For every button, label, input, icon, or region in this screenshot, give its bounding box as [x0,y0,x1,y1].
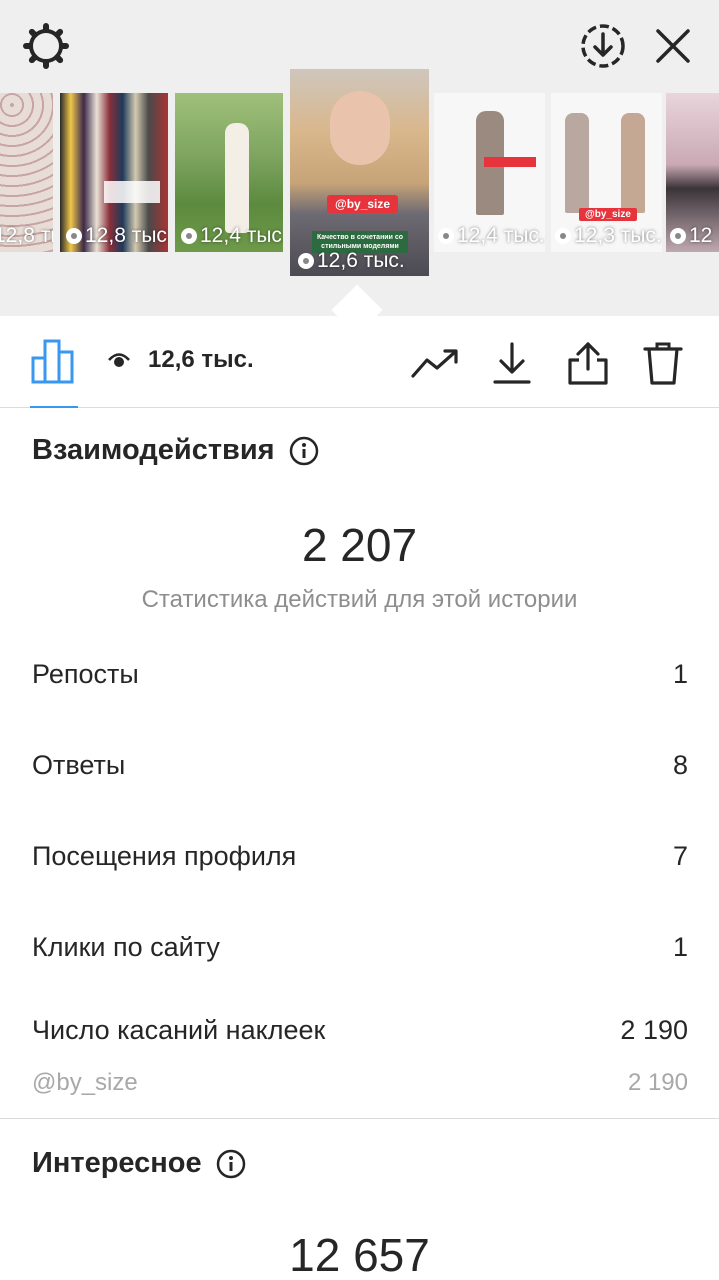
story-thumbnail[interactable]: 12,8 тыс. [0,93,53,252]
story-views-text: 12,4 тыс. [200,224,283,247]
interactions-info-button[interactable] [289,436,319,466]
story-sticker: @by_size [579,208,637,221]
person-face [330,91,390,165]
metric-row-replies: Ответы 8 [32,750,688,781]
story-views-text: 12 [689,224,713,247]
gear-icon [23,23,69,69]
eye-icon [298,253,314,269]
eye-icon [66,228,82,244]
download-icon [493,342,531,384]
metric-value: 2 190 [620,1015,688,1045]
download-story-button[interactable] [576,19,630,73]
metric-label: Репосты [32,659,139,689]
save-button[interactable] [487,338,537,388]
story-views: 12,8 тыс. [66,224,168,248]
eye-icon [555,228,571,244]
discovery-title: Интересное [32,1147,202,1179]
close-button[interactable] [646,19,700,73]
person-figure [225,123,249,233]
promote-button[interactable] [410,338,460,388]
interactions-subtitle: Статистика действий для этой истории [141,586,578,613]
info-icon [289,436,318,465]
story-views-text: 12,8 тыс. [0,224,53,247]
tab-underline [30,406,78,408]
views-summary: 12,6 тыс. [108,346,254,374]
metric-label: Ответы [32,750,126,780]
sticker-detail-row: @by_size 2 190 [32,1069,688,1097]
close-icon [656,29,690,63]
story-views-text: 12,8 тыс. [85,224,168,247]
story-views: 12,6 тыс. [298,249,405,273]
story-views-text: 12,4 тыс. [457,224,545,247]
metric-value: 7 [672,841,688,871]
discovery-heading: Интересное [32,1147,246,1180]
interactions-title: Взаимодействия [32,434,275,466]
interactions-total: 2 207 [301,519,418,571]
download-circle-icon [581,24,625,68]
story-sticker-text: @by_size [585,209,631,220]
trash-icon [643,342,683,385]
story-sticker-text: @by_size [335,197,391,211]
delete-button[interactable] [638,338,688,388]
story-views: 12,8 тыс. [0,224,53,248]
discovery-total: 12 657 [289,1229,430,1280]
person-figure [565,113,589,213]
metric-label: Клики по сайту [32,932,220,962]
person-figure [621,113,645,213]
settings-button[interactable] [19,19,73,73]
story-views-text: 12,6 тыс. [317,249,405,272]
share-button[interactable] [563,338,613,388]
metric-row-sticker-taps: Число касаний наклеек 2 190 [32,1015,688,1046]
bar-chart-icon [31,339,74,384]
story-views: 12,4 тыс. [181,224,283,248]
metric-row-reposts: Репосты 1 [32,659,688,690]
action-bar: 12,6 тыс. [0,316,719,408]
eye-icon [181,228,197,244]
section-divider [0,1118,719,1119]
eye-icon [670,228,686,244]
metric-row-profile-visits: Посещения профиля 7 [32,841,688,872]
story-views: 12,3 тыс. [555,224,662,248]
metric-value: 1 [672,932,688,962]
story-caption-box [484,157,536,167]
story-thumbnail[interactable]: 12,8 тыс. [60,93,168,252]
views-count: 12,6 тыс. [148,346,254,373]
metric-label: Посещения профиля [32,841,297,871]
metric-label: Число касаний наклеек [32,1015,326,1045]
metric-value: 8 [672,750,688,780]
story-strip: 12,8 тыс. 12,8 тыс. 12,4 тыс. @by_size К… [0,0,719,336]
story-thumbnail[interactable]: 12,4 тыс. [434,93,545,252]
eye-icon [438,228,454,244]
story-views-text: 12,3 тыс. [574,224,662,247]
metric-value: 1 [672,659,688,689]
sticker-handle: @by_size [32,1069,138,1096]
story-caption-text: Качество в сочетании со стильными моделя… [316,234,404,250]
story-views: 12 [670,224,712,248]
story-thumbnail-active[interactable]: @by_size Качество в сочетании со стильны… [290,69,429,276]
metric-row-website-clicks: Клики по сайту 1 [32,932,688,963]
story-thumbnail[interactable]: 12,4 тыс. [175,93,283,252]
info-icon [216,1149,245,1178]
story-thumbnail[interactable]: 12 [666,93,719,252]
share-icon [568,342,608,385]
eye-icon [108,353,130,367]
trend-up-icon [411,349,458,378]
story-thumbnail[interactable]: @by_size 12,3 тыс. [551,93,662,252]
interactions-heading: Взаимодействия [32,434,319,467]
tab-insights[interactable] [30,338,78,408]
story-caption-box [104,181,160,203]
sticker-taps-value: 2 190 [627,1069,688,1096]
story-views: 12,4 тыс. [438,224,545,248]
story-sticker: @by_size [327,195,399,213]
discovery-info-button[interactable] [216,1149,246,1179]
